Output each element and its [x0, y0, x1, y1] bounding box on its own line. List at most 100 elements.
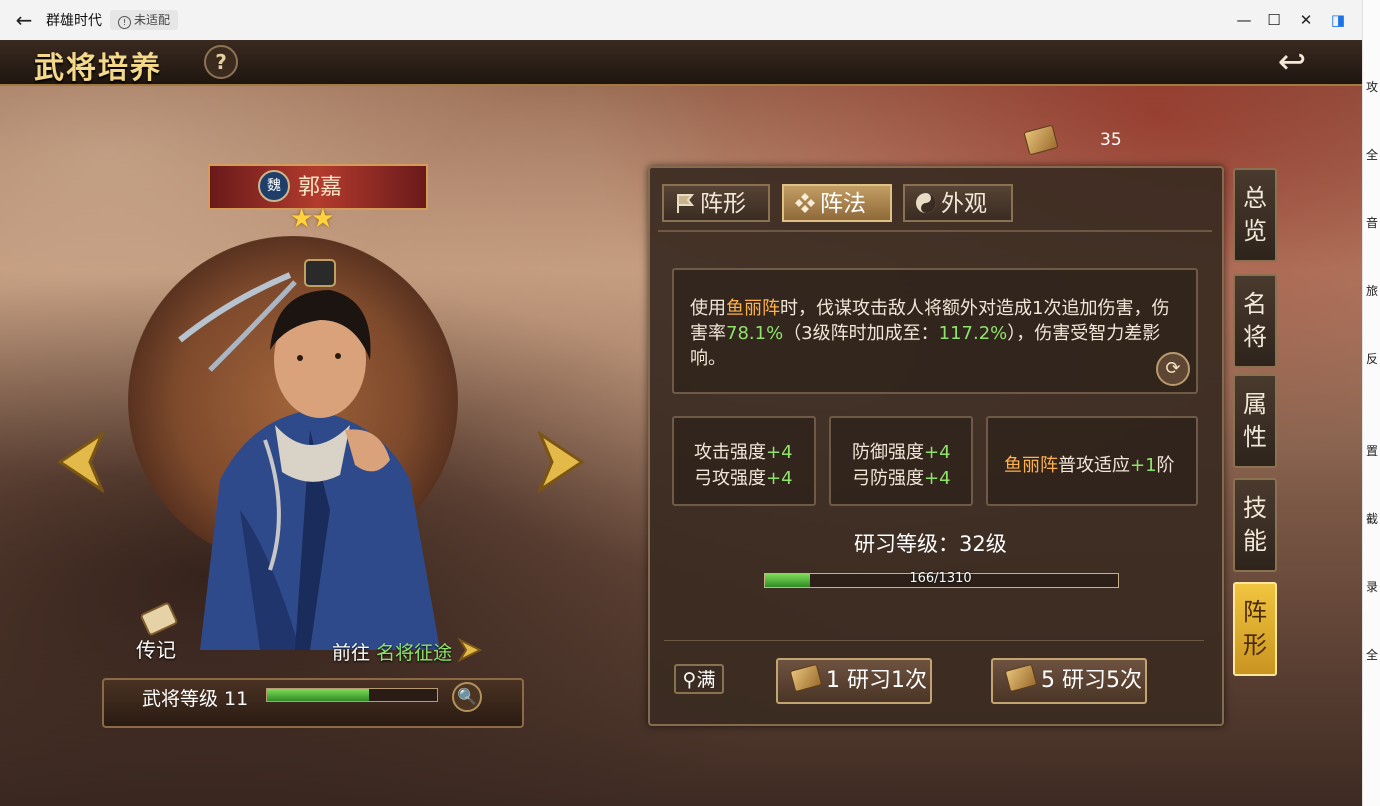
hero-level-fill [267, 689, 369, 701]
scroll-icon [1004, 663, 1038, 693]
strip-item[interactable]: 旅 [1366, 282, 1380, 299]
biography-scroll-icon[interactable] [140, 602, 178, 636]
right-side-strip: 攻 全 音 旅 反 置 截 录 全 [1362, 0, 1380, 806]
side-tab-skills[interactable]: 技能 [1233, 478, 1277, 572]
currency-value: 35 [1100, 130, 1122, 150]
minimize-button[interactable]: — [1234, 10, 1254, 30]
tab-divider [658, 230, 1212, 232]
strip-item[interactable]: 截 [1366, 510, 1380, 527]
bonus-label: 弓防强度 [852, 468, 924, 489]
bonus-label: 普攻适应 [1058, 455, 1130, 476]
max-label: 满 [696, 669, 716, 691]
side-tab-label: 总览 [1243, 184, 1267, 245]
tab-appearance[interactable]: 外观 [903, 184, 1013, 222]
side-tab-overview[interactable]: 总览 [1233, 168, 1277, 262]
close-button[interactable]: ✕ [1296, 10, 1316, 30]
formation-name: 鱼丽阵 [726, 298, 780, 319]
button-label: 研习5次 [1062, 668, 1142, 693]
sidebar-toggle-button[interactable]: ◨ [1328, 10, 1348, 30]
prev-hero-arrow-icon[interactable] [54, 430, 104, 494]
research-progress-text: 166/1310 [909, 571, 972, 586]
top-bar: 武将培养 ? ↩ [0, 40, 1362, 86]
goto-target: 名将征途 [376, 642, 453, 664]
flag-icon [677, 194, 695, 213]
side-tab-label: 技能 [1243, 494, 1267, 555]
side-tab-attributes[interactable]: 属性 [1233, 374, 1277, 468]
defense-bonus-line: 防御强度+4 [852, 438, 951, 464]
window-title: 群雄时代 [46, 13, 102, 29]
bonus-value: +4 [924, 442, 951, 463]
tactic-description: 使用鱼丽阵时，伐谋攻击敌人将额外对造成1次追加伤害，伤害率78.1%（3级阵时加… [690, 296, 1180, 371]
search-icon[interactable]: 🔍 [452, 682, 482, 712]
tab-label: 阵形 [700, 191, 746, 217]
bonus-label: 防御强度 [852, 442, 924, 463]
tab-label: 外观 [941, 191, 987, 217]
badge-text: 未适配 [134, 13, 171, 27]
bonus-value: +4 [924, 468, 951, 489]
research-level-title: 研习等级：32级 [854, 532, 1007, 556]
faction-icon: 魏 [258, 170, 290, 202]
damage-rate-max: 117.2% [938, 323, 1008, 344]
compatibility-badge: ! 未适配 [110, 10, 179, 30]
help-button[interactable]: ? [204, 45, 238, 79]
return-arrow-icon[interactable]: ↩ [1272, 44, 1312, 80]
tab-formation[interactable]: 阵形 [662, 184, 770, 222]
chevron-right-icon[interactable] [456, 636, 484, 664]
study-once-button[interactable]: 1 研习1次 [776, 658, 932, 704]
adaptation-bonus-line: 鱼丽阵普攻适应+1阶 [1004, 451, 1175, 477]
damage-rate: 78.1% [726, 323, 784, 344]
back-arrow-icon[interactable]: ← [12, 8, 36, 32]
strip-item[interactable]: 置 [1366, 442, 1380, 459]
desc-text-part: （3级阵时加成至： [783, 323, 939, 344]
hero-level-label: 武将等级 11 [142, 688, 249, 710]
diamond-cluster-icon [795, 193, 815, 213]
tab-label: 阵法 [820, 191, 866, 217]
hero-level-bar [266, 688, 438, 702]
strip-item[interactable]: 全 [1366, 146, 1380, 163]
goto-hero-journey-link[interactable]: 前往 名将征途 [332, 638, 452, 665]
bonus-unit: 阶 [1156, 455, 1175, 476]
attack-bonus-line: 攻击强度+4 [694, 438, 793, 464]
side-tab-label: 名将 [1243, 290, 1267, 351]
yin-yang-icon [916, 193, 936, 213]
panel-divider [664, 640, 1204, 641]
scroll-icon [789, 663, 823, 693]
strip-item[interactable]: 反 [1366, 350, 1380, 367]
goto-prefix: 前往 [332, 642, 371, 664]
bonus-value: +4 [766, 442, 793, 463]
side-tab-label: 属性 [1243, 390, 1267, 451]
next-hero-arrow-icon[interactable] [538, 430, 588, 494]
hero-stars: ★★ [290, 204, 335, 234]
biography-label[interactable]: 传记 [136, 634, 176, 663]
search-icon: ⚲ [682, 669, 697, 691]
bonus-value: +1 [1130, 455, 1157, 476]
game-scene: 武将培养 ? ↩ 35 魏 郭嘉 ★★ 传记 前往 名将征途 武将等级 11 🔍… [0, 40, 1362, 806]
side-tab-formation[interactable]: 阵形 [1233, 582, 1277, 676]
refresh-icon[interactable]: ⟳ [1156, 352, 1190, 386]
strip-item[interactable]: 音 [1366, 214, 1380, 231]
tab-tactics[interactable]: 阵法 [782, 184, 892, 222]
hero-portrait [178, 259, 440, 650]
strip-item[interactable]: 录 [1366, 578, 1380, 595]
side-tab-famous-generals[interactable]: 名将 [1233, 274, 1277, 368]
bonus-label: 攻击强度 [694, 442, 766, 463]
button-label: 研习1次 [847, 668, 927, 693]
page-title: 武将培养 [34, 51, 162, 86]
info-icon: ! [118, 16, 131, 29]
strip-item[interactable]: 攻 [1366, 78, 1380, 95]
cost-count: 5 [1041, 668, 1055, 693]
strip-item[interactable]: 全 [1366, 646, 1380, 663]
bonus-label: 弓攻强度 [694, 468, 766, 489]
desc-text-part: 使用 [690, 298, 726, 319]
study-five-button[interactable]: 5 研习5次 [991, 658, 1147, 704]
formation-name: 鱼丽阵 [1004, 455, 1058, 476]
window-titlebar: ← 群雄时代 ! 未适配 — ☐ ✕ ◨ [0, 0, 1362, 41]
bow-defense-bonus-line: 弓防强度+4 [852, 464, 951, 490]
maximize-button[interactable]: ☐ [1264, 10, 1284, 30]
bow-attack-bonus-line: 弓攻强度+4 [694, 464, 793, 490]
scroll-icon [1023, 124, 1059, 156]
cost-count: 1 [826, 668, 840, 693]
bonus-value: +4 [766, 468, 793, 489]
hero-name: 郭嘉 [298, 175, 343, 200]
max-level-button[interactable]: ⚲满 [674, 664, 724, 694]
